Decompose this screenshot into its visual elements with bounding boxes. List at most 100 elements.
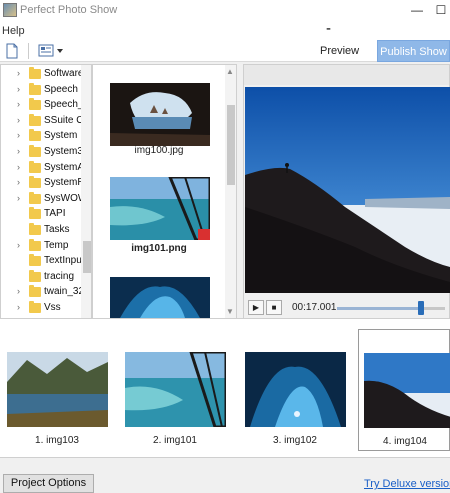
expand-arrow-icon[interactable]: › (17, 99, 20, 109)
title-bar: Perfect Photo Show — ☐ (0, 0, 450, 22)
folder-icon (29, 160, 41, 173)
tree-item-label: SystemA (44, 161, 85, 173)
expand-arrow-icon[interactable]: › (17, 84, 20, 94)
folder-icon (29, 191, 41, 204)
thumbnail-label-selected: img101.png (131, 243, 187, 254)
preview-header (244, 65, 449, 85)
toolbar-separator (28, 43, 29, 59)
storyboard-image (245, 352, 346, 427)
image-list-scrollbar[interactable] (225, 65, 236, 318)
seek-slider-thumb[interactable] (418, 301, 425, 315)
view-mode-icon[interactable] (38, 43, 66, 59)
tree-item-label: Software (44, 68, 84, 79)
folder-icon (29, 254, 41, 267)
tree-item-label: System3 (44, 146, 83, 157)
storyboard-strip: 1. img103 2. img101 3. img102 4. img104 (0, 318, 450, 458)
folder-icon (29, 129, 41, 142)
tree-item-label: twain_32 (44, 286, 85, 298)
tree-item-label: tracing (44, 270, 75, 282)
expand-arrow-icon[interactable]: › (17, 130, 20, 140)
tree-item-label: Temp (44, 239, 69, 251)
menu-help[interactable]: Help (2, 25, 25, 37)
preview-button[interactable]: Preview (316, 40, 363, 62)
tree-item[interactable]: › SystemR (1, 176, 85, 192)
tree-item[interactable]: TextInpu (1, 254, 82, 270)
tree-scrollbar[interactable] (81, 65, 91, 318)
timecode: 00:17.001 (292, 302, 337, 313)
tree-item[interactable]: › Temp (1, 238, 81, 255)
tree-item-label: Speech (44, 83, 78, 95)
image-list[interactable]: img100.jpg img101.png ▲ ▼ (92, 64, 237, 319)
expand-arrow-icon[interactable]: › (17, 177, 20, 187)
preview-image (245, 87, 450, 293)
storyboard-image (7, 352, 108, 427)
tree-item[interactable]: › Software (1, 67, 84, 83)
scroll-up-icon[interactable]: ▲ (226, 67, 234, 76)
expand-arrow-icon[interactable]: › (17, 162, 20, 172)
thumbnail-image[interactable] (110, 177, 210, 240)
tree-item[interactable]: › SSuite O (1, 113, 84, 130)
new-document-icon[interactable] (4, 43, 20, 59)
folder-icon (29, 285, 41, 298)
tree-item[interactable]: › SystemA (1, 160, 85, 177)
tree-item-label: Speech_ (44, 99, 84, 111)
tree-item[interactable]: › Speech (1, 82, 81, 99)
minimize-button[interactable]: — (408, 2, 426, 18)
folder-icon (29, 176, 41, 189)
thumbnail-label: img100.jpg (134, 145, 184, 156)
storyboard-item[interactable]: 2. img101 (120, 329, 230, 451)
maximize-button[interactable]: ☐ (432, 2, 450, 18)
expand-arrow-icon[interactable]: › (17, 240, 20, 250)
tree-item[interactable]: › Vss (1, 301, 81, 317)
tree-item[interactable]: › Speech_ (1, 98, 84, 114)
storyboard-label: 1. img103 (35, 435, 79, 446)
folder-icon (29, 82, 41, 95)
storyboard-label: 2. img101 (153, 435, 197, 446)
scroll-down-icon[interactable]: ▼ (226, 307, 234, 316)
window-title: Perfect Photo Show (20, 4, 118, 16)
tree-item-label: TAPI (44, 208, 66, 220)
storyboard-image (125, 352, 226, 427)
tree-item[interactable]: TAPI (1, 207, 81, 223)
tree-item[interactable]: › System (1, 129, 81, 145)
expand-arrow-icon[interactable]: › (17, 68, 20, 78)
storyboard-item-selected[interactable]: 4. img104 (358, 329, 450, 451)
storyboard-item[interactable]: 1. img103 (2, 329, 112, 451)
tree-item-label: SystemR (44, 177, 85, 189)
tree-item-label: Tasks (44, 224, 70, 235)
project-options-button[interactable]: Project Options (3, 474, 94, 493)
thumbnail-image[interactable] (110, 83, 210, 146)
folder-icon (29, 223, 41, 235)
folder-icon (29, 301, 41, 313)
expand-arrow-icon[interactable]: › (17, 146, 20, 156)
expand-arrow-icon[interactable]: › (17, 302, 20, 312)
tree-item[interactable]: › System3 (1, 145, 83, 161)
storyboard-image (364, 353, 450, 428)
toolbar: Preview Publish Show (0, 40, 450, 62)
footer-bar: Project Options Try Deluxe version (0, 458, 450, 493)
tree-item-label: Vss (44, 302, 61, 313)
folder-icon (29, 67, 41, 79)
folder-icon (29, 238, 41, 251)
folder-tree[interactable]: › Vss › twain_32 tracing TextInpu › Temp Tasks TA… (0, 64, 92, 319)
app-icon (3, 3, 17, 17)
seek-slider-fill (337, 307, 422, 310)
try-deluxe-link[interactable]: Try Deluxe version (364, 478, 450, 490)
play-button[interactable]: ▶ (248, 300, 264, 315)
stop-button[interactable]: ■ (266, 300, 282, 315)
tree-item[interactable]: Tasks (1, 223, 81, 239)
publish-show-button[interactable]: Publish Show (377, 40, 450, 62)
playback-controls: ▶ ■ 00:17.001 (244, 297, 449, 319)
tree-scrollbar-thumb[interactable] (83, 241, 91, 273)
tree-item-label: System (44, 130, 78, 142)
storyboard-item[interactable]: 3. img102 (240, 329, 350, 451)
thumbnail-image[interactable] (110, 277, 210, 318)
expand-arrow-icon[interactable]: › (17, 286, 20, 296)
tree-item[interactable]: tracing (1, 269, 81, 286)
tree-item[interactable]: › SysWOW (1, 191, 87, 208)
expand-arrow-icon[interactable]: › (17, 115, 20, 125)
storyboard-label: 4. img104 (383, 436, 427, 447)
expand-arrow-icon[interactable]: › (17, 193, 20, 203)
image-list-scrollbar-thumb[interactable] (227, 105, 235, 185)
tree-item[interactable]: › twain_32 (1, 285, 85, 301)
